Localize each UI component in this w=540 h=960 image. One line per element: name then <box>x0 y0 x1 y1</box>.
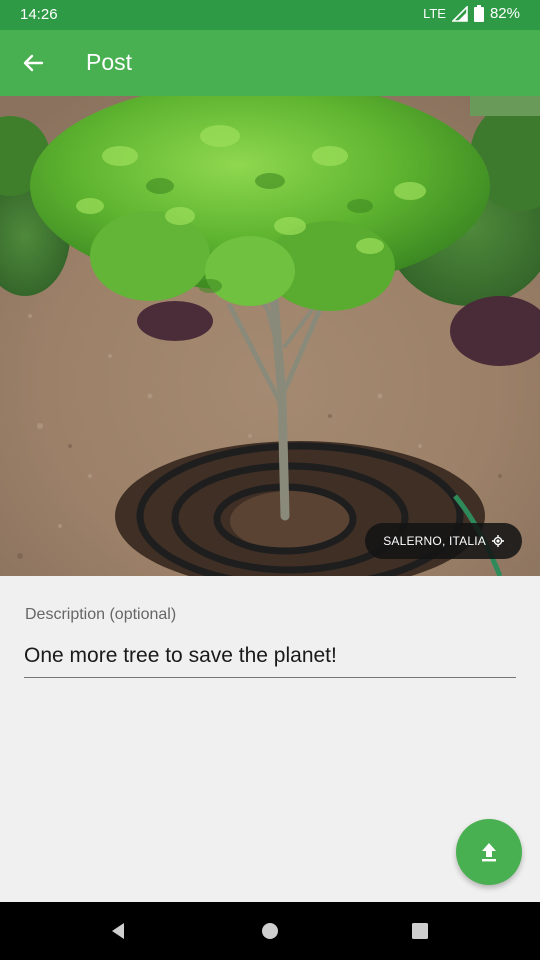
arrow-back-icon <box>23 54 44 72</box>
signal-icon <box>451 5 468 22</box>
system-nav-bar <box>0 902 540 960</box>
tree-photo-image <box>0 96 540 576</box>
nav-back-icon <box>112 923 124 939</box>
app-bar: Post <box>0 30 540 96</box>
location-text: SALERNO, ITALIA <box>383 534 486 548</box>
location-chip[interactable]: SALERNO, ITALIA <box>365 523 522 559</box>
status-indicators: LTE 82% <box>423 5 520 22</box>
network-type: LTE <box>423 6 446 21</box>
upload-icon <box>482 843 496 862</box>
upload-button[interactable] <box>456 819 522 885</box>
nav-home-icon <box>262 923 278 939</box>
battery-icon <box>473 5 484 22</box>
battery-percent: 82% <box>489 5 520 22</box>
my-location-icon <box>492 535 504 547</box>
nav-back-button[interactable] <box>106 919 130 943</box>
nav-recents-icon <box>412 923 428 939</box>
post-photo: SALERNO, ITALIA <box>0 96 540 576</box>
status-bar: 14:26 LTE 82% <box>0 0 540 30</box>
status-time: 14:26 <box>20 6 58 23</box>
back-button[interactable] <box>14 44 52 82</box>
description-input[interactable] <box>24 640 516 678</box>
nav-home-button[interactable] <box>258 919 282 943</box>
description-label: Description (optional) <box>25 606 177 623</box>
page-title: Post <box>86 49 133 75</box>
nav-recents-button[interactable] <box>408 919 432 943</box>
